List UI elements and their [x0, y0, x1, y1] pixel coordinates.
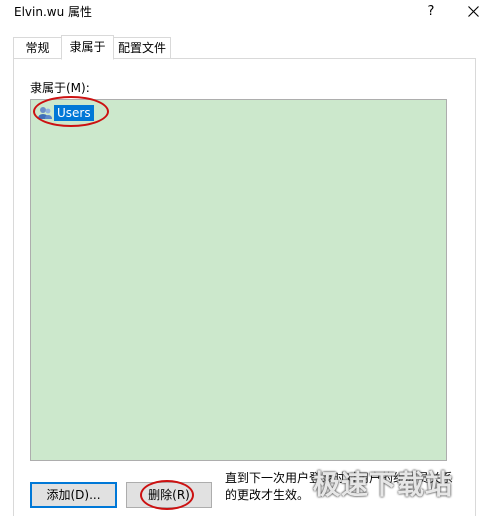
help-button[interactable]: ? [418, 0, 444, 24]
tab-member-of[interactable]: 隶属于 [61, 35, 114, 60]
list-item-label: Users [54, 105, 94, 121]
title-bar: Elvin.wu 属性 ? [0, 0, 487, 28]
close-button[interactable] [460, 0, 487, 24]
help-icon: ? [427, 4, 435, 19]
member-of-list[interactable]: Users [30, 99, 447, 461]
remove-button[interactable]: 删除(R) [126, 482, 212, 508]
tab-general[interactable]: 常规 [13, 37, 62, 59]
add-button[interactable]: 添加(D)... [30, 482, 117, 508]
group-icon [37, 105, 53, 121]
tab-profile[interactable]: 配置文件 [113, 37, 171, 59]
watermark: 极速下载站 [313, 470, 453, 501]
member-of-label: 隶属于(M): [30, 81, 90, 95]
list-item-users[interactable]: Users [37, 104, 94, 122]
window-title: Elvin.wu 属性 [14, 5, 93, 19]
close-icon [468, 6, 479, 17]
